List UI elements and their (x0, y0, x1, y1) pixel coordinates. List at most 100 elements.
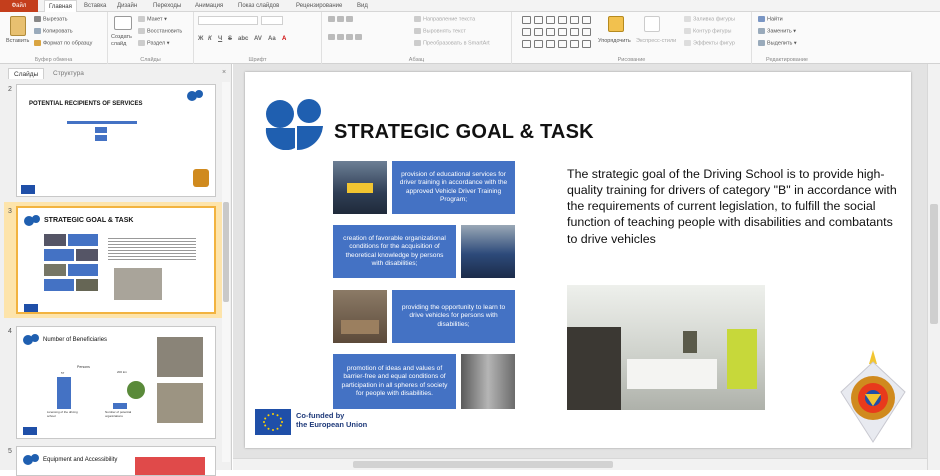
section-button[interactable]: Раздел ▾ (138, 40, 169, 46)
arrange-icon[interactable] (608, 16, 624, 32)
format-painter-button[interactable]: Формат по образцу (34, 40, 92, 46)
indent-icon (346, 16, 353, 22)
slide-thumbnail-3[interactable]: STRATEGIC GOAL & TASK (16, 206, 216, 314)
align-text-icon (414, 28, 421, 34)
thumb-axis-label: Licensing of the driving school (47, 410, 78, 418)
shadow-button[interactable]: abc (238, 36, 248, 42)
shape-effects-button[interactable]: Эффекты фигур (684, 40, 735, 46)
paragraph-group: Направление текста Выровнять текст Преоб… (322, 12, 512, 64)
panel-scroll-thumb[interactable] (223, 202, 229, 302)
thumb-box (68, 234, 98, 246)
shape-fill-button[interactable]: Заливка фигуры (684, 16, 735, 22)
slide-number: 2 (8, 86, 12, 93)
close-panel-icon[interactable]: × (222, 69, 226, 76)
tab-slideshow[interactable]: Показ слайдов (238, 0, 279, 12)
eu-line-1: Co-funded by (296, 411, 345, 420)
thumb-chart-bar (57, 377, 71, 409)
font-size-field[interactable] (261, 16, 283, 25)
editor-vertical-scrollbar[interactable] (927, 64, 940, 470)
arrange-button[interactable]: Упорядочить (598, 38, 631, 44)
tab-view[interactable]: Вид (357, 0, 368, 12)
align-center-icon (337, 34, 344, 40)
thumb-photo (157, 337, 203, 377)
thumb-box (95, 135, 107, 141)
table-shape (341, 320, 379, 334)
align-text-button[interactable]: Выровнять текст (414, 28, 466, 34)
shapes-gallery[interactable] (522, 16, 592, 50)
paste-icon[interactable] (10, 16, 26, 36)
underline-button[interactable]: Ч (218, 36, 222, 42)
slide-thumbnail-5[interactable]: Equipment and Accessibility (16, 446, 216, 476)
slide-number: 3 (8, 208, 12, 215)
editor-scroll-thumb[interactable] (930, 204, 938, 324)
file-tab[interactable]: Файл (0, 0, 38, 12)
text-direction-button[interactable]: Направление текста (414, 16, 475, 22)
smartart-button[interactable]: Преобразовать в SmartArt (414, 40, 490, 46)
brush-icon (34, 40, 41, 46)
clipboard-group: Вставить Вырезать Копировать Формат по о… (0, 12, 108, 64)
task-box[interactable]: provision of educational services for dr… (392, 161, 515, 214)
copy-button[interactable]: Копировать (34, 28, 73, 34)
current-slide[interactable]: STRATEGIC GOAL & TASK provision of educa… (245, 72, 911, 448)
replace-button[interactable]: Заменить ▾ (758, 28, 796, 34)
task-box[interactable]: providing the opportunity to learn to dr… (392, 290, 515, 343)
reset-icon (138, 28, 145, 34)
tab-animations[interactable]: Анимация (195, 0, 223, 12)
char-spacing-button[interactable]: AV (254, 36, 262, 42)
bullets-button[interactable] (328, 16, 355, 22)
tab-transitions[interactable]: Переходы (153, 0, 181, 12)
task-box[interactable]: creation of favorable organizational con… (333, 225, 456, 278)
font-color-button[interactable]: A (282, 36, 286, 42)
select-button[interactable]: Выделить ▾ (758, 40, 797, 46)
bold-button[interactable]: Ж (198, 36, 203, 42)
tab-slides-panel[interactable]: Слайды (8, 68, 45, 79)
horizontal-scroll-thumb[interactable] (353, 461, 613, 468)
editor-horizontal-scrollbar[interactable] (233, 458, 927, 470)
paste-button[interactable]: Вставить (6, 38, 29, 44)
font-name-field[interactable] (198, 16, 258, 25)
ribbon-tab-bar: Файл Главная Вставка Дизайн Переходы Ани… (0, 0, 940, 12)
tab-insert[interactable]: Вставка (84, 0, 106, 12)
car-photo (333, 161, 387, 214)
slide-title[interactable]: STRATEGIC GOAL & TASK (334, 121, 594, 144)
cars-photo (461, 225, 515, 278)
new-slide-button[interactable]: Создать слайд (111, 34, 137, 47)
thumb-photo (44, 264, 66, 276)
task-box[interactable]: promotion of ideas and values of barrier… (333, 354, 456, 409)
shape-outline-button[interactable]: Контур фигуры (684, 28, 731, 34)
font-group: Ж К Ч S abc AV Aa A Шрифт (194, 12, 322, 64)
slide-thumbnail-2[interactable]: POTENTIAL RECIPIENTS OF SERVICES (16, 84, 216, 197)
thumb-box (44, 279, 74, 291)
quick-styles-icon[interactable] (644, 16, 660, 32)
strikethrough-button[interactable]: S (228, 36, 232, 42)
find-button[interactable]: Найти (758, 16, 783, 22)
fill-icon (684, 16, 691, 22)
reset-button[interactable]: Восстановить (138, 28, 182, 34)
effects-icon (684, 40, 691, 46)
align-buttons[interactable] (328, 34, 364, 40)
thumb-photo (76, 279, 98, 291)
numbering-icon (337, 16, 344, 22)
ribbon: Вставить Вырезать Копировать Формат по о… (0, 12, 940, 64)
paragraph-group-label: Абзац (408, 57, 425, 63)
align-right-icon (346, 34, 353, 40)
panel-scrollbar[interactable] (222, 82, 230, 462)
tab-home[interactable]: Главная (44, 0, 77, 12)
cut-button[interactable]: Вырезать (34, 16, 67, 22)
thumb-chart-bar (113, 403, 127, 409)
strategic-goal-text[interactable]: The strategic goal of the Driving School… (567, 166, 897, 247)
tab-outline-panel[interactable]: Структура (48, 68, 89, 79)
tab-review[interactable]: Рецензирование (296, 0, 342, 12)
font-group-label: Шрифт (248, 57, 267, 63)
quick-styles-button[interactable]: Экспресс-стили (636, 38, 676, 44)
change-case-button[interactable]: Aa (268, 36, 276, 42)
justify-icon (355, 34, 362, 40)
italic-button[interactable]: К (208, 36, 212, 42)
editing-group-label: Редактирование (766, 57, 808, 63)
new-slide-icon[interactable] (114, 16, 132, 30)
layout-button[interactable]: Макет ▾ (138, 16, 167, 22)
slides-panel: Слайды Структура × 2 POTENTIAL RECIPIENT… (0, 64, 232, 476)
slide-thumbnail-4[interactable]: Number of Beneficiaries Persons 57 200 k… (16, 326, 216, 439)
tab-design[interactable]: Дизайн (117, 0, 137, 12)
thumb-chart-title: Persons (77, 365, 90, 369)
